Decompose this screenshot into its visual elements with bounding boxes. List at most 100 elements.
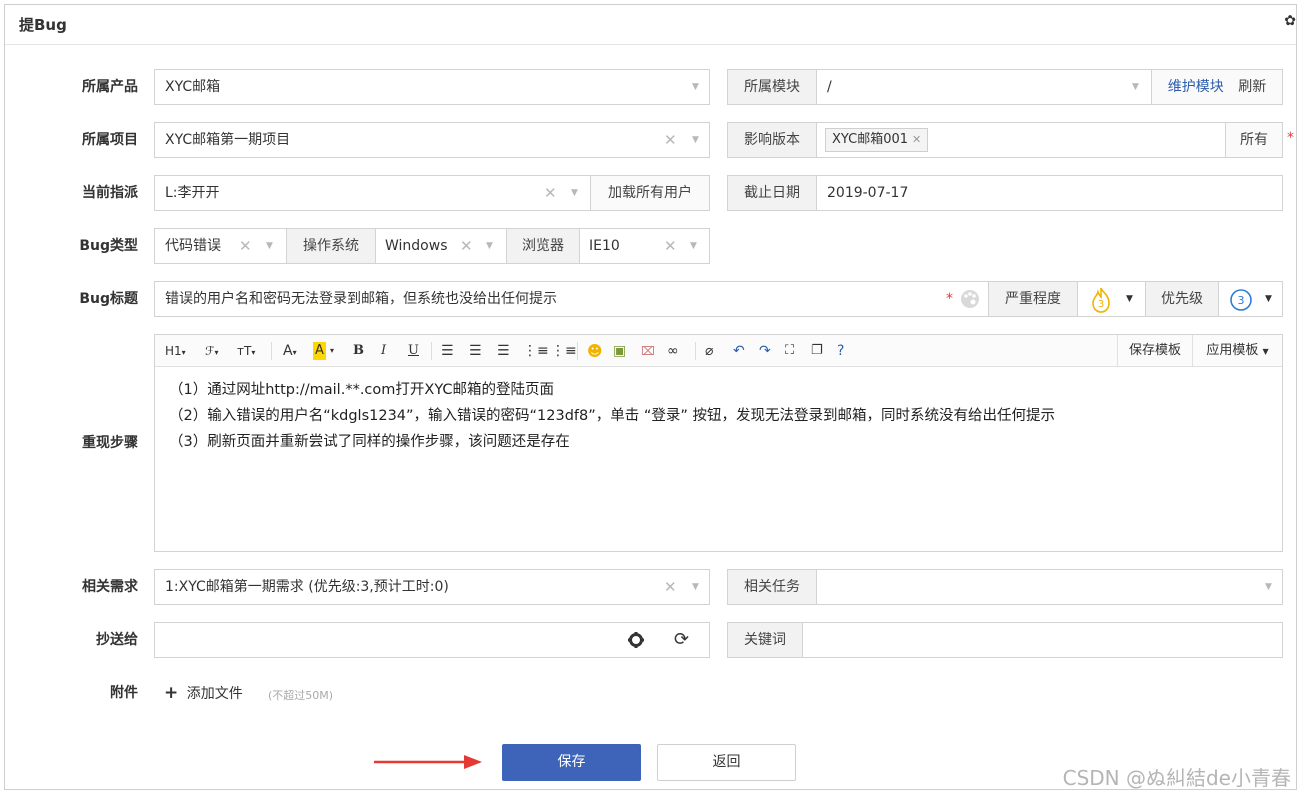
mailto-label: 抄送给 <box>96 632 138 648</box>
bug-type-value: 代码错误 <box>165 238 221 254</box>
browser-select[interactable]: IE10 ✕ ▼ <box>579 228 710 264</box>
chevron-down-icon: ▼ <box>692 135 699 145</box>
steps-label: 重现步骤 <box>82 435 138 451</box>
settings-icon[interactable]: ✿ <box>1284 13 1296 29</box>
apply-template-button[interactable]: 应用模板 ▼ <box>1192 335 1282 366</box>
chevron-down-icon: ▼ <box>690 241 697 251</box>
bug-title-input[interactable]: 错误的用户名和密码无法登录到邮箱，但系统也没给出任何提示 * <box>154 281 989 317</box>
assignee-select[interactable]: L:李开开 ✕ ▼ <box>154 175 591 211</box>
build-label: 影响版本 <box>727 122 817 158</box>
align-center-icon[interactable]: ☰ <box>469 342 482 360</box>
chevron-down-icon: ▼ <box>1126 294 1133 304</box>
refresh-module-link[interactable]: 刷新 <box>1238 79 1266 95</box>
font-color-icon[interactable]: A▾ <box>283 342 297 362</box>
ordered-list-icon[interactable]: ⋮≡ <box>523 342 549 360</box>
font-size-text: тT <box>237 344 252 358</box>
severity-select[interactable]: 3 ▼ <box>1077 281 1146 317</box>
clear-icon[interactable]: ✕ <box>544 176 557 210</box>
os-select[interactable]: Windows ✕ ▼ <box>375 228 507 264</box>
task-select[interactable]: ▼ <box>816 569 1283 605</box>
unordered-list-icon[interactable]: ⋮≡ <box>551 342 577 360</box>
emoji-icon[interactable]: ☻ <box>587 342 603 360</box>
align-right-icon[interactable]: ☰ <box>497 342 510 360</box>
steps-line: （1）通过网址http://mail.**.com打开XYC邮箱的登陆页面 <box>169 382 555 398</box>
save-template-button[interactable]: 保存模板 <box>1117 335 1192 366</box>
clear-icon[interactable]: ✕ <box>664 229 677 263</box>
back-button[interactable]: 返回 <box>657 744 796 781</box>
fullscreen-icon[interactable]: ⛶ <box>785 342 794 360</box>
save-button[interactable]: 保存 <box>502 744 641 781</box>
link-icon[interactable]: ∞ <box>667 342 679 360</box>
project-select[interactable]: XYC邮箱第一期项目 ✕ ▼ <box>154 122 710 158</box>
steps-editor[interactable]: H1▾ ℱ▾ тT▾ A▾ A ▾ B I U ☰ ☰ ☰ ⋮≡ ⋮≡ ☻ ▣ … <box>154 334 1283 552</box>
clear-format-icon[interactable]: ⌀ <box>705 342 713 360</box>
deadline-label: 截止日期 <box>727 175 817 211</box>
bug-type-label: Bug类型 <box>79 238 138 254</box>
clear-icon[interactable]: ✕ <box>239 229 252 263</box>
clear-icon[interactable]: ✕ <box>460 229 473 263</box>
project-label: 所属项目 <box>82 132 138 148</box>
steps-line: （2）输入错误的用户名“kdgls1234”，输入错误的密码“123df8”，单… <box>169 408 1056 424</box>
editor-toolbar: H1▾ ℱ▾ тT▾ A▾ A ▾ B I U ☰ ☰ ☰ ⋮≡ ⋮≡ ☻ ▣ … <box>155 335 1282 367</box>
mailto-select[interactable]: ⟳ <box>154 622 710 658</box>
heading-text: H1 <box>165 344 182 358</box>
story-select[interactable]: 1:XYC邮箱第一期需求 (优先级:3,预计工时:0) ✕ ▼ <box>154 569 710 605</box>
chevron-down-icon[interactable]: ▾ <box>330 342 334 360</box>
redo-icon[interactable]: ↷ <box>759 342 771 360</box>
apply-template-text: 应用模板 <box>1206 343 1259 358</box>
source-icon[interactable]: ❐ <box>811 342 823 360</box>
undo-icon[interactable]: ↶ <box>733 342 745 360</box>
build-all-button[interactable]: 所有 <box>1225 122 1283 158</box>
steps-content[interactable]: （1）通过网址http://mail.**.com打开XYC邮箱的登陆页面 （2… <box>169 377 1055 455</box>
build-select[interactable]: XYC邮箱001 ✕ <box>816 122 1226 158</box>
refresh-icon[interactable]: ⟳ <box>674 629 689 650</box>
browser-value: IE10 <box>589 238 620 254</box>
add-file-text: 添加文件 <box>186 686 243 702</box>
chevron-down-icon: ▼ <box>1265 582 1272 592</box>
chevron-down-icon: ▼ <box>1265 294 1272 304</box>
required-mark: * <box>1287 130 1294 146</box>
remove-tag-icon[interactable]: ✕ <box>912 133 921 146</box>
align-left-icon[interactable]: ☰ <box>441 342 454 360</box>
project-value: XYC邮箱第一期项目 <box>165 132 291 148</box>
chevron-down-icon: ▼ <box>486 241 493 251</box>
image-icon[interactable]: ▣ <box>613 342 626 360</box>
highlight-icon[interactable]: A <box>313 342 326 360</box>
heading-button[interactable]: H1▾ <box>165 342 186 362</box>
keywords-input[interactable] <box>802 622 1283 658</box>
palette-icon[interactable] <box>959 288 981 314</box>
toolbar-divider <box>695 342 696 360</box>
load-all-users-button[interactable]: 加载所有用户 <box>590 175 710 211</box>
build-tag-text: XYC邮箱001 <box>832 132 909 147</box>
keywords-label: 关键词 <box>727 622 803 658</box>
font-size-button[interactable]: тT▾ <box>237 342 255 362</box>
clear-icon[interactable]: ✕ <box>664 123 677 157</box>
priority-value: 3 <box>1238 294 1245 307</box>
bug-type-select[interactable]: 代码错误 ✕ ▼ <box>154 228 287 264</box>
font-family-button[interactable]: ℱ▾ <box>205 342 218 362</box>
steps-line: （3）刷新页面并重新尝试了同样的操作步骤，该问题还是存在 <box>169 434 570 450</box>
priority-select[interactable]: 3 ▼ <box>1218 281 1283 317</box>
required-mark: * <box>946 291 953 307</box>
clear-icon[interactable]: ✕ <box>664 570 677 604</box>
product-select[interactable]: XYC邮箱 ▼ <box>154 69 710 105</box>
bold-icon[interactable]: B <box>353 342 364 360</box>
bug-title-label: Bug标题 <box>79 291 138 307</box>
maintain-module-link[interactable]: 维护模块 <box>1168 79 1224 95</box>
help-icon[interactable]: ? <box>837 342 844 360</box>
code-icon[interactable]: ⌧ <box>641 342 655 360</box>
deadline-input[interactable]: 2019-07-17 <box>816 175 1283 211</box>
window-titlebar: 提Bug ✿ <box>5 5 1296 45</box>
gear-icon[interactable] <box>627 631 645 653</box>
task-label: 相关任务 <box>727 569 817 605</box>
browser-label: 浏览器 <box>506 228 580 264</box>
italic-icon[interactable]: I <box>381 342 386 360</box>
module-actions: 维护模块 刷新 <box>1151 69 1283 105</box>
plus-icon: + <box>164 683 179 703</box>
underline-icon[interactable]: U <box>408 342 419 360</box>
chevron-down-icon: ▼ <box>692 582 699 592</box>
priority-label: 优先级 <box>1145 281 1219 317</box>
module-select[interactable]: / ▼ <box>816 69 1152 105</box>
attachment-hint: (不超过50M) <box>268 689 334 702</box>
add-file-button[interactable]: + 添加文件 <box>164 683 243 703</box>
